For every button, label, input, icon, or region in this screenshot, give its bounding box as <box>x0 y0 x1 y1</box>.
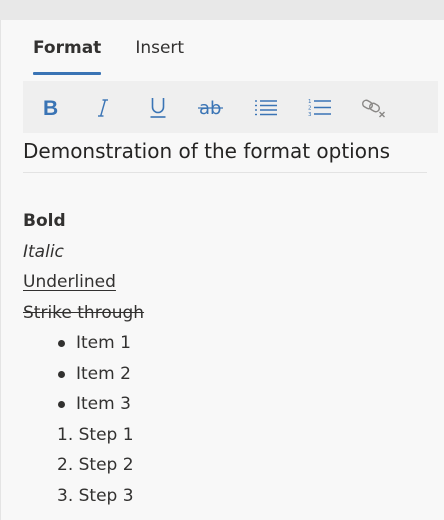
strikethrough-button[interactable]: ab <box>196 93 226 123</box>
bulleted-list: Item 1 Item 2 Item 3 <box>23 328 423 420</box>
svg-text:B: B <box>43 97 58 119</box>
list-item: Item 1 <box>23 328 423 359</box>
bold-icon: B <box>43 97 58 119</box>
bullet-dot <box>58 340 65 347</box>
underlined-text-line: Underlined <box>23 272 116 292</box>
italic-button[interactable] <box>88 93 118 123</box>
remove-link-button[interactable] <box>359 93 389 123</box>
italic-text-line: Italic <box>23 241 64 262</box>
list-item: 2. Step 2 <box>23 450 423 481</box>
title-divider <box>23 172 427 173</box>
bullet-dot <box>58 370 65 378</box>
numbered-list-button[interactable]: 1 2 3 <box>305 93 335 123</box>
step-number: 2. <box>57 455 74 475</box>
bold-text-line: Bold <box>23 211 66 231</box>
step-text: Step 3 <box>78 485 134 506</box>
bulleted-list-icon <box>255 100 277 116</box>
unlink-icon <box>362 99 385 118</box>
document-title: Demonstration of the format options <box>23 139 391 163</box>
list-item: Item 3 <box>23 389 423 420</box>
step-number: 1. <box>57 424 74 445</box>
step-text: Step 1 <box>78 424 134 445</box>
tab-format[interactable]: Format <box>33 37 102 77</box>
svg-text:2: 2 <box>308 106 312 112</box>
document-body[interactable]: Bold Italic Underlined Strike through It… <box>23 206 423 511</box>
list-item: Item 2 <box>23 359 423 390</box>
window-top-bar <box>0 0 444 20</box>
bullet-dot <box>58 401 65 408</box>
step-text: Step 2 <box>78 455 134 475</box>
step-number: 3. <box>57 485 74 506</box>
panel-left-border <box>0 20 1 520</box>
format-toolbar: B ab 1 2 3 <box>23 81 438 133</box>
numbered-list: 1. Step 1 2. Step 2 3. Step 3 <box>23 420 423 512</box>
list-item: 3. Step 3 <box>23 481 423 512</box>
bulleted-list-button[interactable] <box>251 93 281 123</box>
underline-icon <box>150 98 166 118</box>
tab-insert[interactable]: Insert <box>135 37 184 77</box>
numbered-list-icon: 1 2 3 <box>308 99 331 118</box>
underline-button[interactable] <box>143 93 173 123</box>
strike-text-line: Strike through <box>23 302 145 323</box>
list-item: 1. Step 1 <box>23 420 423 451</box>
svg-text:3: 3 <box>308 112 312 118</box>
italic-icon <box>98 99 108 117</box>
strikethrough-icon: ab <box>198 98 223 119</box>
tab-bar: Format Insert <box>33 37 218 77</box>
svg-text:1: 1 <box>308 99 312 105</box>
bold-button[interactable]: B <box>35 93 65 123</box>
